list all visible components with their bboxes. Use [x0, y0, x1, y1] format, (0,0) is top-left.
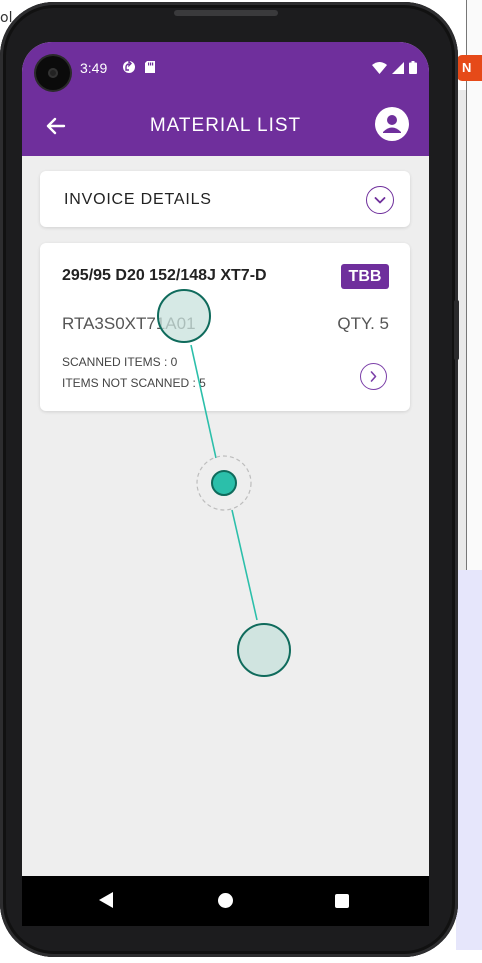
invoice-details-title: INVOICE DETAILS — [64, 191, 212, 208]
back-triangle-icon — [99, 892, 113, 908]
material-quantity: QTY. 5 — [337, 314, 389, 333]
status-bar: 3:49 — [22, 42, 429, 94]
status-time: 3:49 — [80, 60, 108, 76]
speaker-grille — [174, 10, 278, 16]
signal-icon — [392, 61, 404, 79]
battery-icon — [409, 61, 417, 79]
material-open-button[interactable] — [360, 363, 387, 390]
profile-button[interactable] — [375, 107, 409, 141]
invoice-expand-button[interactable] — [366, 186, 394, 214]
sync-icon — [122, 59, 136, 79]
wifi-icon — [372, 61, 387, 79]
material-type-badge: TBB — [341, 264, 389, 289]
scanned-items-count: SCANNED ITEMS : 0 — [62, 355, 178, 369]
nav-back-button[interactable] — [99, 892, 113, 913]
app-screen: 3:49 MATERIAL LIST INVOICE DETAILS 295/9… — [22, 42, 429, 926]
recents-square-icon[interactable] — [335, 894, 349, 908]
material-card[interactable]: 295/95 D20 152/148J XT7-D TBB RTA3S0XT71… — [40, 243, 410, 411]
chevron-down-icon — [374, 197, 386, 204]
chevron-right-icon — [370, 371, 377, 382]
items-not-scanned-count: ITEMS NOT SCANNED : 5 — [62, 376, 206, 390]
background-lavender-area — [456, 570, 482, 950]
material-code: RTA3S0XT71A01 — [62, 314, 196, 333]
phone-side-button — [454, 300, 459, 360]
background-app-badge: N — [457, 55, 482, 81]
front-camera — [36, 56, 70, 90]
home-circle-icon[interactable] — [218, 893, 233, 908]
sd-card-icon — [144, 60, 156, 79]
material-name: 295/95 D20 152/148J XT7-D — [62, 267, 267, 284]
invoice-details-card[interactable]: INVOICE DETAILS — [40, 171, 410, 227]
account-circle-icon — [383, 115, 401, 133]
navigation-bar — [22, 876, 429, 926]
page-title: MATERIAL LIST — [149, 115, 302, 136]
app-bar: MATERIAL LIST — [22, 94, 429, 156]
